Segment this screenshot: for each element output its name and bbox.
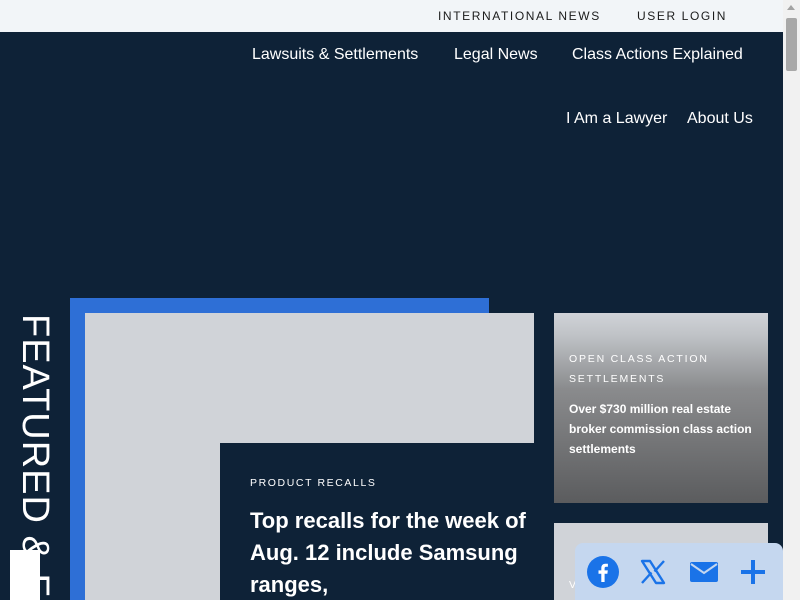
nav-item-legal-news[interactable]: Legal News	[454, 46, 538, 64]
featured-main-category[interactable]: PRODUCT RECALLS	[250, 477, 550, 489]
nav-item-i-am-a-lawyer[interactable]: I Am a Lawyer	[566, 110, 667, 128]
featured-main-headline[interactable]: Top recalls for the week of Aug. 12 incl…	[250, 505, 540, 600]
scrollbar-thumb[interactable]	[786, 18, 797, 71]
nav-item-class-actions-explained[interactable]: Class Actions Explained	[572, 46, 743, 64]
featured-side-card[interactable]: OPEN CLASS ACTION SETTLEMENTS Over $730 …	[554, 313, 768, 503]
scroll-up-arrow-icon[interactable]	[787, 5, 795, 10]
email-share-button[interactable]	[687, 555, 721, 589]
more-share-button[interactable]	[736, 555, 770, 589]
international-news-link[interactable]: INTERNATIONAL NEWS	[438, 9, 601, 23]
top-utility-bar: INTERNATIONAL NEWS USER LOGIN	[0, 0, 783, 32]
page-scrollbar[interactable]	[783, 0, 800, 600]
user-login-link[interactable]: USER LOGIN	[637, 9, 727, 23]
nav-item-lawsuits-settlements[interactable]: Lawsuits & Settlements	[252, 46, 418, 64]
featured-side-headline[interactable]: Over $730 million real estate broker com…	[569, 399, 753, 459]
facebook-icon	[587, 556, 619, 588]
nav-item-about-us[interactable]: About Us	[687, 110, 753, 128]
featured-main-card[interactable]: PRODUCT RECALLS Top recalls for the week…	[220, 443, 550, 600]
featured-side-category[interactable]: OPEN CLASS ACTION SETTLEMENTS	[569, 349, 753, 389]
white-overlay-block	[10, 550, 40, 600]
email-icon	[690, 562, 718, 582]
x-share-button[interactable]	[636, 555, 670, 589]
facebook-share-button[interactable]	[586, 555, 620, 589]
plus-icon	[741, 560, 765, 584]
x-icon	[640, 559, 666, 585]
share-toolbar	[575, 543, 783, 600]
